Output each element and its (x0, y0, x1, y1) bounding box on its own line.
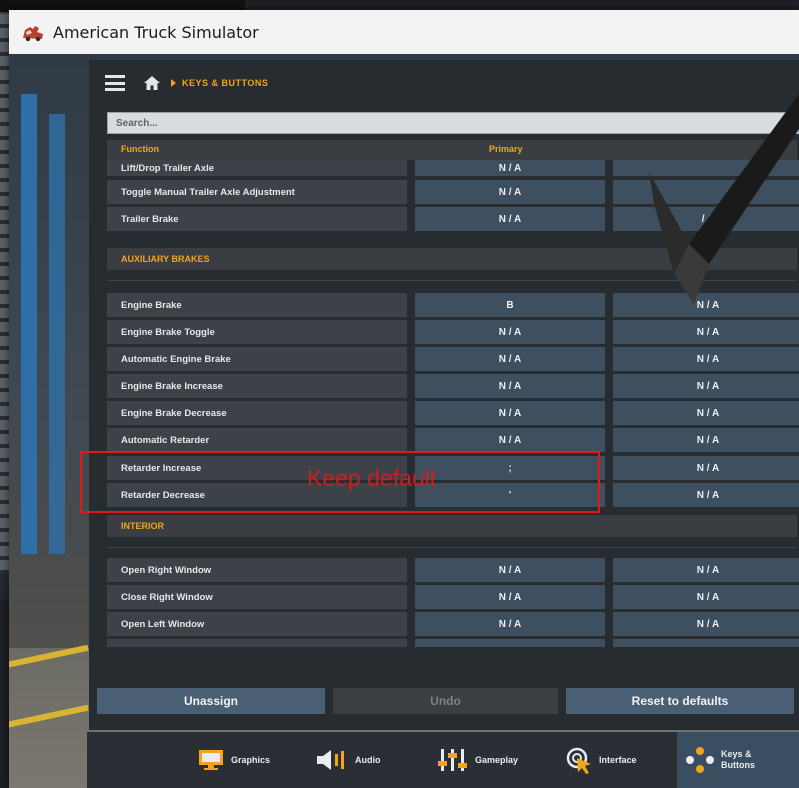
binding-row-partial (107, 639, 799, 663)
stylus-pen-overlay (649, 94, 799, 304)
title-bar: American Truck Simulator (9, 10, 799, 54)
column-header-primary: Primary (489, 144, 523, 154)
background-pillar (21, 94, 37, 554)
tab-gameplay[interactable]: Gameplay (437, 732, 518, 788)
primary-key-button[interactable]: B (415, 293, 605, 317)
tab-label: Audio (355, 754, 381, 765)
binding-function: Trailer Brake (107, 207, 407, 231)
sliders-icon (438, 749, 467, 771)
primary-key-button[interactable]: N / A (415, 612, 605, 636)
binding-function: Engine Brake (107, 293, 407, 317)
monitor-icon (199, 750, 223, 770)
primary-key-button[interactable]: N / A (415, 374, 605, 398)
section-header-interior: INTERIOR (107, 515, 797, 537)
speaker-icon (317, 750, 344, 770)
tab-label: Keys & Buttons (721, 749, 755, 770)
binding-row: Open Left Window N / A N / A (107, 612, 799, 636)
binding-function: Toggle Manual Trailer Axle Adjustment (107, 180, 407, 204)
tab-graphics[interactable]: Graphics (197, 732, 270, 788)
truck-app-icon (23, 26, 43, 42)
binding-row: Engine Brake Increase N / A N / A (107, 374, 799, 398)
binding-row: Engine Brake Decrease N / A N / A (107, 401, 799, 425)
breadcrumb-arrow-icon (171, 79, 176, 87)
primary-key-button[interactable]: N / A (415, 207, 605, 231)
breadcrumb[interactable]: KEYS & BUTTONS (182, 78, 268, 88)
binding-function: Engine Brake Toggle (107, 320, 407, 344)
binding-function: Automatic Engine Brake (107, 347, 407, 371)
menu-icon[interactable] (105, 75, 125, 91)
annotation-text: Keep default (307, 465, 437, 491)
secondary-key-button[interactable]: N / A (613, 483, 799, 507)
undo-button[interactable]: Undo (333, 688, 558, 714)
binding-row: Automatic Engine Brake N / A N / A (107, 347, 799, 371)
unassign-button[interactable]: Unassign (97, 688, 325, 714)
primary-key-button[interactable]: N / A (415, 347, 605, 371)
primary-key-button[interactable]: N / A (415, 401, 605, 425)
game-background-scene: KEYS & BUTTONS Function Primary Lift/Dro… (9, 54, 799, 788)
primary-key-button[interactable]: N / A (415, 320, 605, 344)
binding-row: Automatic Retarder N / A N / A (107, 428, 799, 452)
binding-function-partial (107, 639, 407, 647)
background-pillar (49, 114, 65, 554)
app-window: American Truck Simulator KEYS & BUTTONS … (9, 10, 799, 788)
reset-to-defaults-button[interactable]: Reset to defaults (566, 688, 794, 714)
settings-tab-bar: Graphics Audio Gameplay Interface Keys &… (87, 732, 799, 788)
binding-function: Engine Brake Decrease (107, 401, 407, 425)
secondary-key-button[interactable]: N / A (613, 612, 799, 636)
primary-key-button[interactable]: N / A (415, 585, 605, 609)
secondary-key-button[interactable]: N / A (613, 347, 799, 371)
binding-row: Open Right Window N / A N / A (107, 558, 799, 582)
column-header-function: Function (121, 144, 159, 154)
binding-function: Close Right Window (107, 585, 407, 609)
secondary-key-button[interactable]: N / A (613, 401, 799, 425)
secondary-key-button-partial[interactable] (613, 639, 799, 647)
primary-key-button[interactable]: N / A (415, 558, 605, 582)
secondary-key-button[interactable]: N / A (613, 428, 799, 452)
tab-audio[interactable]: Audio (315, 732, 381, 788)
tab-interface[interactable]: Interface (565, 732, 637, 788)
action-button-bar: Unassign Undo Reset to defaults (97, 688, 799, 714)
primary-key-button[interactable]: N / A (415, 160, 605, 176)
binding-function: Open Right Window (107, 558, 407, 582)
binding-function: Automatic Retarder (107, 428, 407, 452)
primary-key-button[interactable]: N / A (415, 428, 605, 452)
binding-row: Close Right Window N / A N / A (107, 585, 799, 609)
tab-keys-and-buttons[interactable]: Keys & Buttons (677, 732, 799, 788)
primary-key-button-partial[interactable] (415, 639, 605, 647)
secondary-key-button[interactable]: N / A (613, 585, 799, 609)
secondary-key-button[interactable]: N / A (613, 558, 799, 582)
primary-key-button[interactable]: N / A (415, 180, 605, 204)
section-divider (107, 547, 797, 548)
window-title: American Truck Simulator (53, 22, 259, 42)
cursor-icon (566, 747, 591, 774)
secondary-key-button[interactable]: N / A (613, 374, 799, 398)
tab-label: Interface (599, 754, 637, 765)
tab-label: Graphics (231, 754, 271, 765)
gamepad-icon (686, 747, 714, 773)
binding-function: Open Left Window (107, 612, 407, 636)
binding-function: Engine Brake Increase (107, 374, 407, 398)
tab-label: Gameplay (475, 754, 519, 765)
home-icon[interactable] (143, 74, 161, 92)
binding-function: Lift/Drop Trailer Axle (107, 160, 407, 176)
secondary-key-button[interactable]: N / A (613, 456, 799, 480)
